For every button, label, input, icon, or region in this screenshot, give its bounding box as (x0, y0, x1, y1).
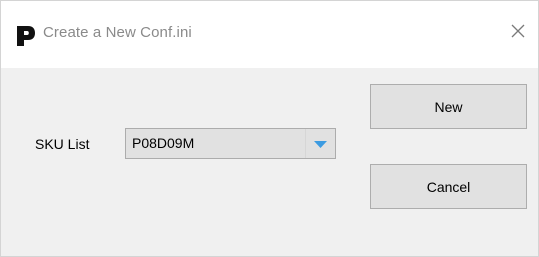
title-bar[interactable]: Create a New Conf.ini (1, 1, 538, 68)
sku-selected-value: P08D09M (132, 135, 195, 151)
sku-list-dropdown[interactable]: P08D09M (125, 128, 336, 159)
chevron-down-icon[interactable] (305, 129, 335, 158)
sku-list-label: SKU List (35, 136, 90, 152)
p-logo-icon (15, 25, 37, 47)
window-title: Create a New Conf.ini (43, 24, 192, 41)
dialog-body: SKU List P08D09M New Cancel (1, 68, 538, 256)
close-icon[interactable] (506, 19, 530, 43)
new-button[interactable]: New (370, 84, 527, 129)
dialog-window: Create a New Conf.ini SKU List P08D09M N… (0, 0, 539, 257)
cancel-button[interactable]: Cancel (370, 164, 527, 209)
